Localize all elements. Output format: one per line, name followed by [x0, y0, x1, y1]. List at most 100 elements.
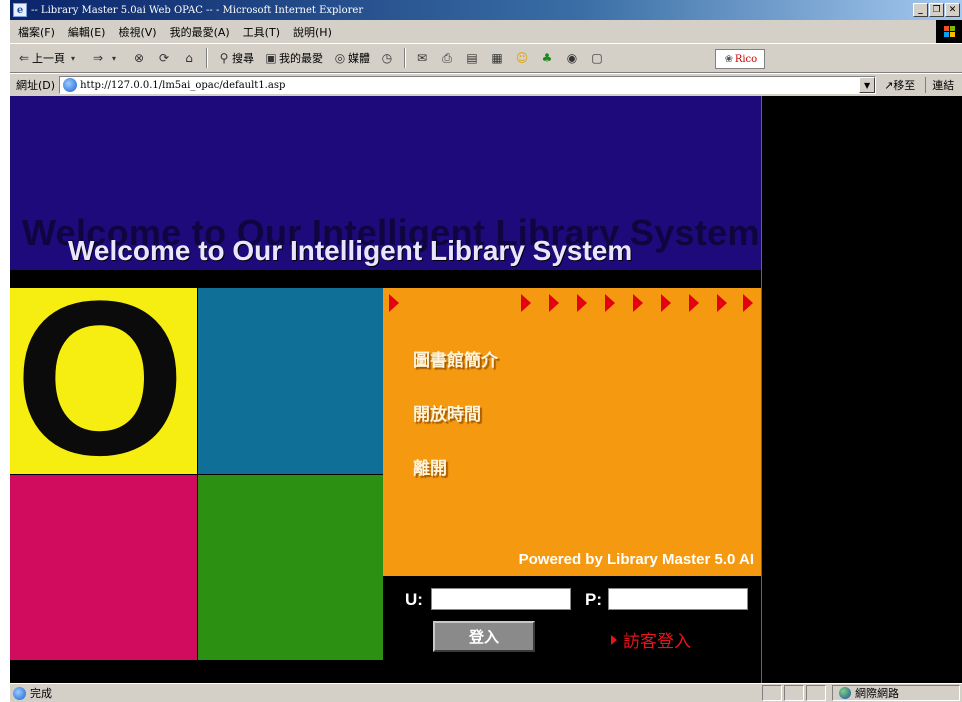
addon-button[interactable]: ♣ [539, 50, 555, 66]
window-icon: ▢ [591, 51, 603, 65]
window-button[interactable]: ▢ [589, 50, 605, 66]
globe-icon [839, 687, 851, 699]
media-button[interactable]: ◎ 媒體 [332, 50, 370, 66]
arrow-icon [689, 294, 699, 312]
print-icon: ⎙ [442, 50, 452, 65]
guest-arrow-icon [611, 634, 617, 645]
menu-favorites[interactable]: 我的最愛(A) [170, 24, 230, 40]
green-tile [197, 474, 383, 660]
security-zone: 網際網路 [832, 685, 960, 701]
close-button[interactable]: ✕ [945, 3, 960, 17]
ie-app-icon[interactable]: e [13, 3, 27, 17]
guest-login-label: 訪客登入 [623, 632, 691, 652]
zone-label: 網際網路 [855, 687, 899, 700]
refresh-icon: ⟳ [158, 51, 170, 65]
menu-help[interactable]: 說明(H) [293, 24, 332, 40]
back-button[interactable]: ⇐ 上一頁 ▾ [16, 50, 81, 66]
address-dropdown-icon[interactable]: ▼ [859, 77, 876, 93]
status-pane [784, 685, 804, 701]
menu-view[interactable]: 檢視(V) [118, 24, 156, 40]
home-button[interactable]: ⌂ [181, 50, 197, 66]
page-content: Welcome to Our Intelligent Library Syste… [10, 96, 962, 683]
messenger-icon: ☺ [515, 51, 529, 65]
address-label: 網址(D) [16, 79, 56, 92]
guest-login-link[interactable]: 訪客登入 [611, 627, 691, 652]
menu-tools[interactable]: 工具(T) [243, 24, 280, 40]
window-title: -- Library Master 5.0ai Web OPAC -- - Mi… [31, 4, 364, 16]
menu-bar: 檔案(F) 編輯(E) 檢視(V) 我的最愛(A) 工具(T) 說明(H) [10, 20, 962, 43]
rico-button[interactable]: ❀ Rico [715, 49, 765, 69]
arrow-icon [633, 294, 643, 312]
home-icon: ⌂ [185, 51, 193, 65]
arrow-icon [717, 294, 727, 312]
minimize-button[interactable]: _ [913, 3, 928, 17]
stop-button[interactable]: ⊗ [131, 50, 147, 66]
menu-file[interactable]: 檔案(F) [18, 24, 55, 40]
window-titlebar: e -- Library Master 5.0ai Web OPAC -- - … [10, 0, 962, 20]
history-button[interactable]: ◷ [379, 50, 395, 66]
go-button[interactable]: ↗ 移至 [884, 77, 915, 93]
yellow-tile: O [10, 288, 197, 474]
address-url[interactable]: http://127.0.0.1/lm5ai_opac/default1.asp [80, 80, 285, 91]
arrow-icon [389, 294, 399, 312]
arrow-decoration [383, 294, 761, 312]
refresh-button[interactable]: ⟳ [156, 50, 172, 66]
rico-label: Rico [734, 53, 758, 65]
search-label: 搜尋 [232, 52, 254, 65]
search-button[interactable]: ⚲ 搜尋 [216, 50, 254, 66]
menu-edit[interactable]: 編輯(E) [68, 24, 106, 40]
media-label: 媒體 [348, 52, 370, 65]
window-controls: _ ❐ ✕ [913, 3, 960, 17]
edit-icon: ▤ [466, 51, 478, 65]
nav-opening-hours[interactable]: 開放時間 [413, 400, 481, 425]
search-icon: ⚲ [219, 51, 229, 65]
favorites-button[interactable]: ▣ 我的最愛 [263, 50, 323, 66]
toolbar: ⇐ 上一頁 ▾ ⇒ ▾ ⊗ ⟳ ⌂ ⚲ 搜尋 ▣ 我的最愛 ◎ 媒體 ◷ ✉ ⎙… [10, 43, 962, 73]
arrow-icon [549, 294, 559, 312]
links-button[interactable]: 連結 [925, 77, 954, 93]
tool-icon: ◉ [566, 51, 578, 65]
status-bar: 完成 網際網路 [10, 683, 962, 702]
empty-area [761, 96, 962, 683]
go-label: 移至 [893, 79, 916, 92]
tool-button[interactable]: ◉ [564, 50, 580, 66]
favorites-icon: ▣ [265, 51, 277, 65]
mail-icon: ✉ [416, 51, 428, 65]
nav-exit[interactable]: 離開 [413, 454, 447, 479]
login-button[interactable]: 登入 [433, 621, 535, 652]
divider-band [10, 270, 761, 288]
address-input[interactable]: http://127.0.0.1/lm5ai_opac/default1.asp… [59, 76, 877, 94]
messenger-button[interactable]: ☺ [514, 50, 530, 66]
toolbar-separator [206, 48, 208, 68]
welcome-banner: Welcome to Our Intelligent Library Syste… [10, 96, 761, 270]
page-done-icon [13, 686, 26, 700]
arrow-icon [521, 294, 531, 312]
banner-title: Welcome to Our Intelligent Library Syste… [68, 235, 633, 266]
forward-button[interactable]: ⇒ ▾ [90, 50, 122, 66]
status-panes [762, 685, 828, 701]
print-button[interactable]: ⎙ [439, 50, 455, 66]
username-input[interactable] [431, 588, 571, 610]
nav-library-intro[interactable]: 圖書館簡介 [413, 346, 498, 371]
big-letter-o: O [14, 288, 186, 474]
restore-button[interactable]: ❐ [929, 3, 944, 17]
discuss-icon: ▦ [491, 51, 503, 65]
forward-arrow-icon: ⇒ [92, 51, 104, 65]
powered-by: Powered by Library Master 5.0 AI [518, 551, 754, 568]
address-bar: 網址(D) http://127.0.0.1/lm5ai_opac/defaul… [10, 74, 962, 96]
password-input[interactable] [608, 588, 748, 610]
windows-logo-icon [936, 20, 962, 43]
mail-button[interactable]: ✉ [414, 50, 430, 66]
dropdown-arrow-icon: ▾ [111, 53, 116, 63]
discuss-button[interactable]: ▦ [489, 50, 505, 66]
status-text: 完成 [30, 687, 52, 700]
login-panel: U: P: 登入 訪客登入 [383, 576, 761, 660]
status-pane [806, 685, 826, 701]
favorites-label: 我的最愛 [279, 52, 323, 65]
arrow-icon [605, 294, 615, 312]
arrow-icon [661, 294, 671, 312]
back-label: 上一頁 [32, 52, 65, 65]
pink-tile [10, 474, 197, 660]
edit-button[interactable]: ▤ [464, 50, 480, 66]
back-arrow-icon: ⇐ [18, 51, 30, 65]
